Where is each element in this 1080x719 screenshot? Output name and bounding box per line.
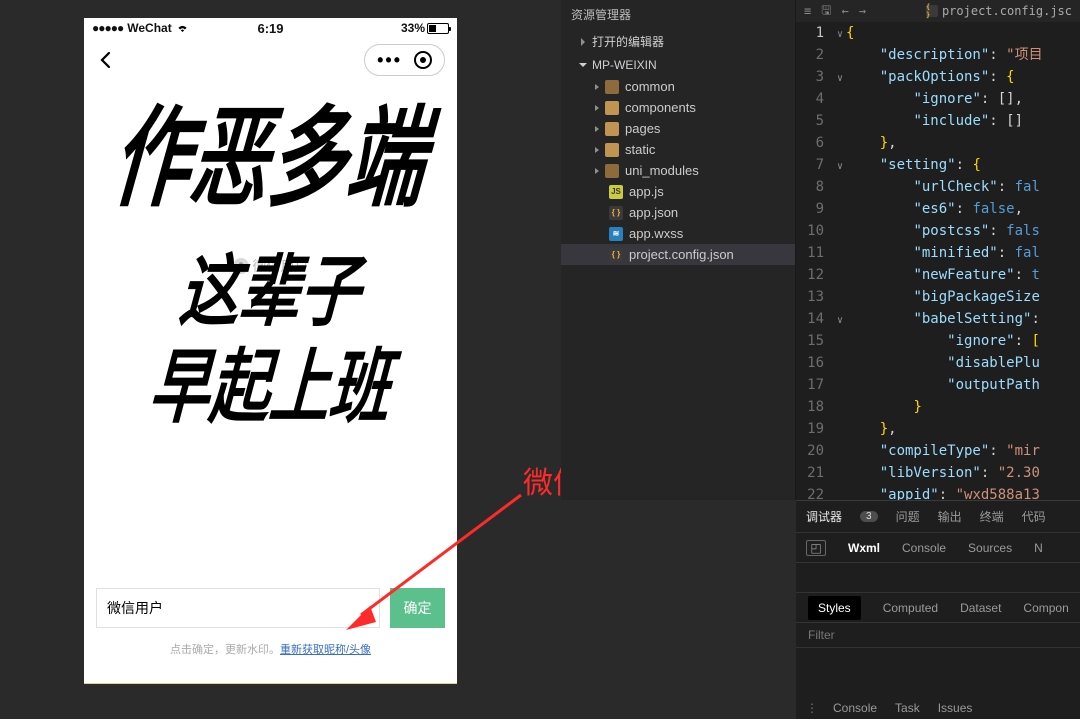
phone-simulator: ●●●●● WeChat 6:19 33% ••• 作恶多端 微信用户 这辈 — [84, 18, 457, 684]
devtools-footer: ⋮ Console Task Issues — [796, 701, 1080, 715]
footer-issues[interactable]: Issues — [938, 701, 973, 715]
editor-toolbar: ≡ 🖫 ← → { } project.config.jsc — [796, 0, 1080, 22]
label: app.js — [629, 184, 664, 199]
label: components — [625, 100, 696, 115]
label: pages — [625, 121, 660, 136]
back-button[interactable] — [96, 50, 116, 70]
tab-component[interactable]: Compon — [1023, 601, 1068, 615]
tab-dataset[interactable]: Dataset — [960, 601, 1001, 615]
chevron-right-icon — [595, 147, 599, 153]
footer-task[interactable]: Task — [895, 701, 920, 715]
tab-more[interactable]: N — [1034, 541, 1043, 555]
folder-components[interactable]: components — [561, 97, 795, 118]
label: static — [625, 142, 655, 157]
folder-uni-modules[interactable]: uni_modules — [561, 160, 795, 181]
chevron-right-icon — [595, 126, 599, 132]
devtools-panel: 调试器 3 问题 输出 终端 代码 ◰ Wxml Console Sources… — [796, 500, 1080, 719]
tab-computed[interactable]: Computed — [883, 601, 938, 615]
forward-icon[interactable]: → — [859, 4, 866, 18]
devtools-blank-row — [796, 563, 1080, 593]
folder-icon — [605, 143, 619, 157]
tab-problems[interactable]: 问题 — [896, 508, 920, 525]
json-file-icon: { } — [609, 248, 623, 262]
chevron-right-icon — [595, 168, 599, 174]
tab-wxml[interactable]: Wxml — [848, 541, 880, 555]
editor-tab[interactable]: { } project.config.jsc — [926, 4, 1072, 18]
drag-handle-icon[interactable]: ⋮ — [806, 701, 815, 715]
code-editor[interactable]: ≡ 🖫 ← → { } project.config.jsc 1∨{ 2 "de… — [796, 0, 1080, 500]
folder-common[interactable]: common — [561, 76, 795, 97]
confirm-button[interactable]: 确定 — [390, 588, 445, 628]
label: common — [625, 79, 675, 94]
section-project[interactable]: MP-WEIXIN — [561, 54, 795, 76]
back-icon[interactable]: ← — [841, 4, 848, 18]
devtools-styles-tabs: Styles Computed Dataset Compon — [796, 593, 1080, 623]
bottom-bar: 确定 点击确定，更新水印。重新获取昵称/头像 — [84, 588, 457, 657]
tab-console[interactable]: Console — [902, 541, 946, 555]
menu-icon[interactable]: ≡ — [804, 4, 811, 18]
chevron-right-icon — [595, 105, 599, 111]
save-icon[interactable]: 🖫 — [821, 1, 831, 22]
devtools-top-tabs: 调试器 3 问题 输出 终端 代码 — [796, 501, 1080, 533]
styles-filter[interactable]: Filter — [796, 623, 1080, 648]
tab-styles[interactable]: Styles — [808, 596, 861, 620]
hint-text: 点击确定，更新水印。重新获取昵称/头像 — [96, 641, 445, 657]
close-target-icon[interactable] — [414, 51, 432, 69]
file-app-js[interactable]: JS app.js — [561, 181, 795, 202]
folder-icon — [605, 122, 619, 136]
json-file-icon: { } — [609, 206, 623, 220]
brush-line-1: 作恶多端 — [76, 72, 465, 229]
brush-line-3: 早起上班 — [79, 322, 461, 439]
explorer-panel: 资源管理器 打开的编辑器 MP-WEIXIN common components… — [561, 0, 796, 500]
canvas-area: 作恶多端 微信用户 这辈子 早起上班 — [84, 82, 457, 547]
clock: 6:19 — [84, 21, 457, 36]
tab-output[interactable]: 输出 — [938, 508, 962, 525]
label: app.wxss — [629, 226, 683, 241]
devtools-inspector-tabs: ◰ Wxml Console Sources N — [796, 533, 1080, 563]
debugger-count-badge: 3 — [860, 511, 878, 522]
file-app-json[interactable]: { } app.json — [561, 202, 795, 223]
folder-icon — [605, 80, 619, 94]
chevron-right-icon — [595, 84, 599, 90]
label: app.json — [629, 205, 678, 220]
tab-label: project.config.jsc — [942, 4, 1072, 18]
footer-console[interactable]: Console — [833, 701, 877, 715]
folder-icon — [605, 164, 619, 178]
tab-terminal[interactable]: 终端 — [980, 508, 1004, 525]
hint-prefix: 点击确定，更新水印。 — [170, 644, 280, 656]
js-file-icon: JS — [609, 185, 623, 199]
tab-code[interactable]: 代码 — [1022, 508, 1046, 525]
section-open-editors[interactable]: 打开的编辑器 — [561, 29, 795, 54]
tab-debugger[interactable]: 调试器 — [806, 508, 842, 525]
file-project-config[interactable]: { } project.config.json — [561, 244, 795, 265]
label: project.config.json — [629, 247, 734, 262]
folder-static[interactable]: static — [561, 139, 795, 160]
battery-icon — [427, 23, 449, 34]
refetch-link[interactable]: 重新获取昵称/头像 — [280, 644, 371, 656]
file-app-wxss[interactable]: ≋ app.wxss — [561, 223, 795, 244]
folder-icon — [605, 101, 619, 115]
tab-sources[interactable]: Sources — [968, 541, 1012, 555]
explorer-title: 资源管理器 — [561, 0, 795, 29]
element-picker-icon[interactable]: ◰ — [806, 540, 826, 556]
wxss-file-icon: ≋ — [609, 227, 623, 241]
json-file-icon: { } — [926, 5, 938, 17]
folder-pages[interactable]: pages — [561, 118, 795, 139]
status-bar: ●●●●● WeChat 6:19 33% — [84, 18, 457, 38]
nickname-input[interactable] — [96, 588, 380, 628]
code-body[interactable]: 1∨{ 2 "description": "项目 3∨ "packOptions… — [796, 22, 1080, 500]
label: uni_modules — [625, 163, 699, 178]
